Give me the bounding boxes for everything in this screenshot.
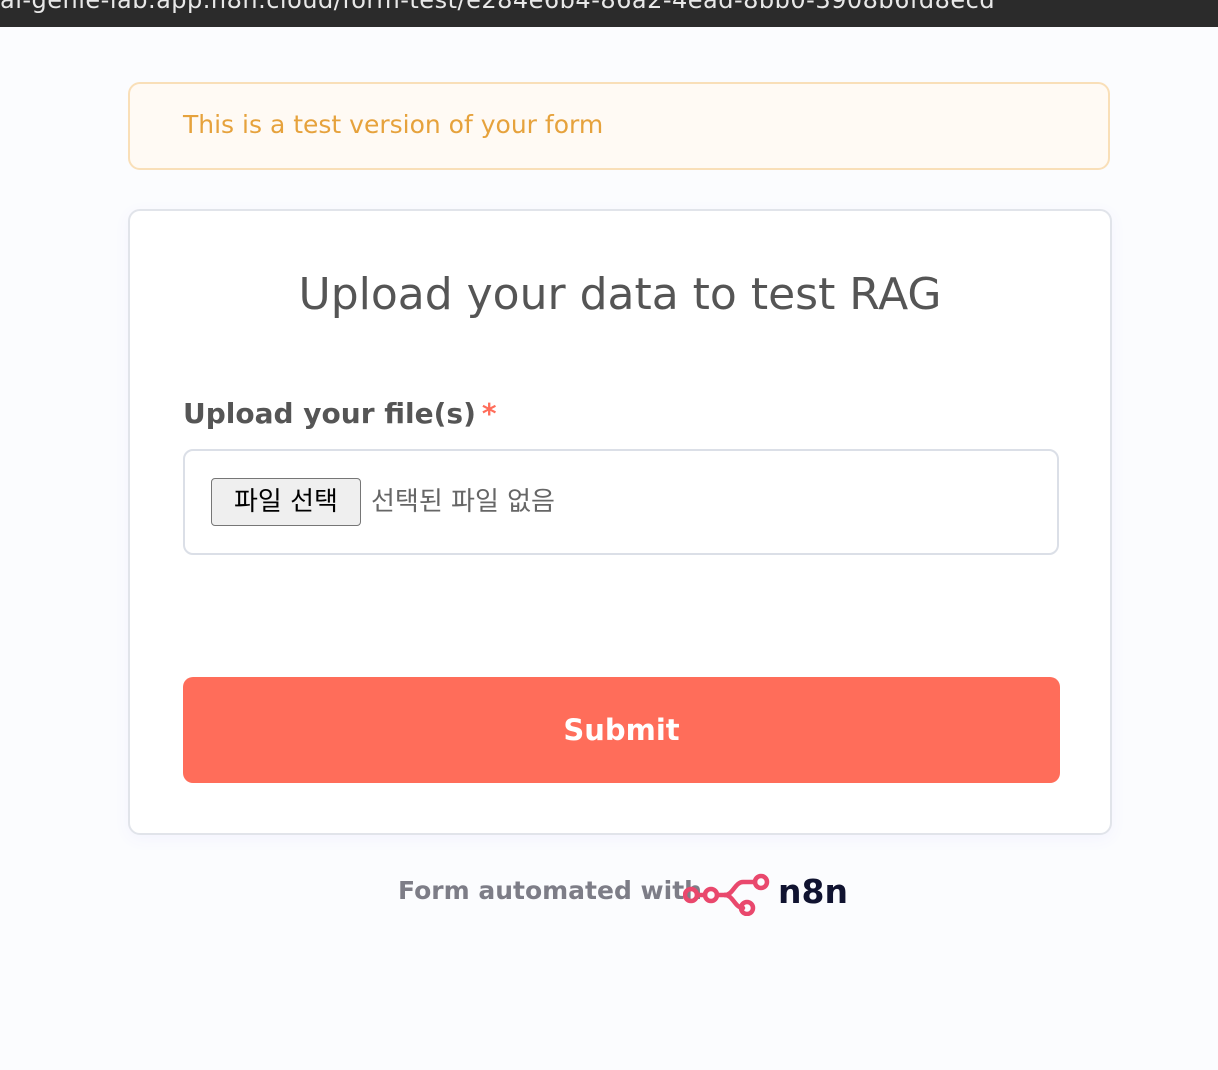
test-banner-text: This is a test version of your form — [183, 110, 604, 139]
file-upload-label: Upload your file(s) * — [183, 397, 497, 430]
form-title: Upload your data to test RAG — [298, 269, 942, 320]
n8n-wordmark[interactable]: n8n — [778, 872, 848, 911]
choose-file-button[interactable]: 파일 선택 — [211, 478, 361, 526]
form-card: Upload your data to test RAG Upload your… — [128, 209, 1112, 835]
browser-url-bar[interactable]: ai-genie-lab.app.n8n.cloud/form-test/e28… — [0, 0, 1218, 27]
test-version-banner: This is a test version of your form — [128, 82, 1110, 170]
file-upload-label-text: Upload your file(s) — [183, 397, 476, 430]
n8n-logo-icon[interactable] — [683, 872, 773, 916]
no-file-selected-text: 선택된 파일 없음 — [371, 487, 555, 517]
file-input-field[interactable]: 파일 선택 선택된 파일 없음 — [183, 449, 1059, 555]
footer-text: Form automated with — [398, 876, 702, 905]
url-text[interactable]: ai-genie-lab.app.n8n.cloud/form-test/e28… — [0, 0, 995, 14]
required-asterisk: * — [481, 397, 497, 430]
submit-button[interactable]: Submit — [183, 677, 1060, 783]
